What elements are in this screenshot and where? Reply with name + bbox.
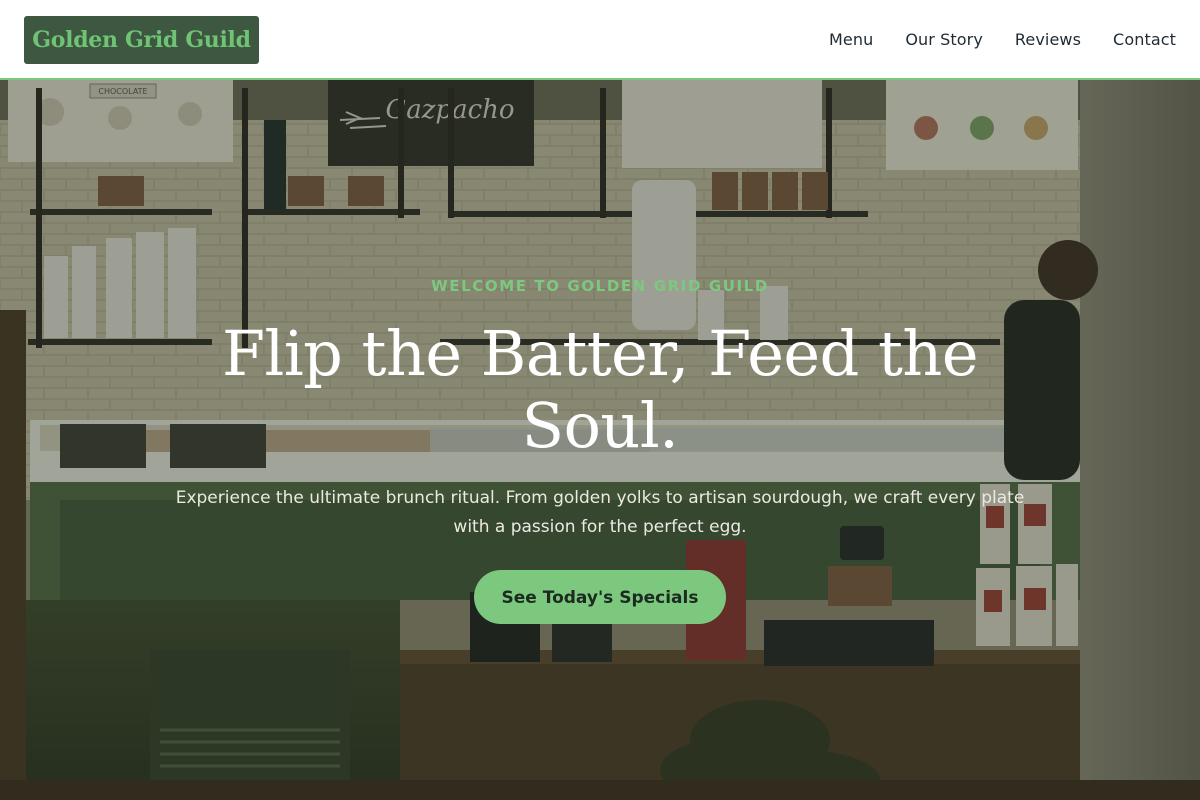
site-header: Golden Grid Guild Menu Our Story Reviews… bbox=[0, 0, 1200, 80]
see-specials-button[interactable]: See Today's Specials bbox=[474, 570, 726, 624]
hero-content: WELCOME TO GOLDEN GRID GUILD Flip the Ba… bbox=[150, 276, 1050, 624]
hero-title: Flip the Batter, Feed the Soul. bbox=[221, 317, 979, 462]
hero-subtitle: Experience the ultimate brunch ritual. F… bbox=[175, 488, 1025, 537]
nav-link-reviews[interactable]: Reviews bbox=[1015, 30, 1081, 49]
nav-link-menu[interactable]: Menu bbox=[829, 30, 873, 49]
site-logo[interactable]: Golden Grid Guild bbox=[24, 16, 259, 64]
nav-link-contact[interactable]: Contact bbox=[1113, 30, 1176, 49]
nav-link-our-story[interactable]: Our Story bbox=[905, 30, 983, 49]
hero-section: CHOCOLATE Gazpacho bbox=[0, 80, 1200, 800]
main-nav: Menu Our Story Reviews Contact bbox=[829, 0, 1176, 78]
hero-eyebrow: WELCOME TO GOLDEN GRID GUILD bbox=[431, 277, 769, 295]
